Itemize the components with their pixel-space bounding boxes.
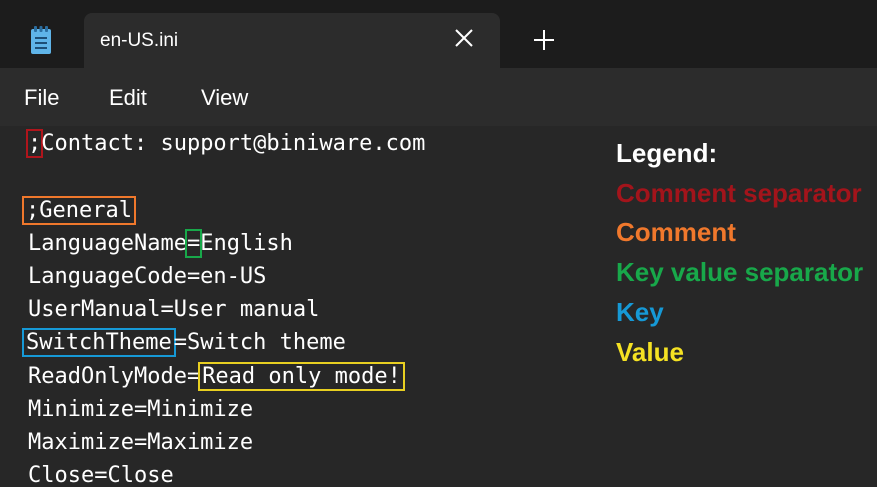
menu-view[interactable]: View xyxy=(201,85,248,111)
key-text: LanguageName xyxy=(28,231,187,256)
value-text: =Switch theme xyxy=(173,330,346,355)
value-text: English xyxy=(200,231,293,256)
legend-title: Legend: xyxy=(616,138,718,168)
editor-line-2: ;General xyxy=(22,196,136,226)
legend-key-value-separator: Key value separator xyxy=(616,257,864,287)
tab-bar: en-US.ini xyxy=(0,0,877,68)
legend-comment: Comment xyxy=(616,217,736,247)
comment-text: Contact: support@biniware.com xyxy=(41,131,426,156)
editor-line-5: UserManual=User manual xyxy=(28,297,320,322)
editor-line-7: ReadOnlyMode=Read only mode! xyxy=(28,362,405,392)
editor-line-10: Close=Close xyxy=(28,463,174,487)
legend-key: Key xyxy=(616,297,664,327)
editor-line-1: ;Contact: support@biniware.com xyxy=(26,129,426,159)
editor-line-6: SwitchTheme=Switch theme xyxy=(22,328,346,358)
tab-en-us-ini[interactable]: en-US.ini xyxy=(84,13,500,68)
value-highlight: Read only mode! xyxy=(198,362,405,391)
menu-bar: File Edit View xyxy=(0,68,877,126)
close-icon[interactable] xyxy=(450,24,478,52)
comment-highlight: ;General xyxy=(22,196,136,225)
editor-line-8: Minimize=Minimize xyxy=(28,397,254,422)
menu-edit[interactable]: Edit xyxy=(109,85,147,111)
editor-line-9: Maximize=Maximize xyxy=(28,430,254,455)
editor-line-3: LanguageName=English xyxy=(28,229,293,259)
menu-file[interactable]: File xyxy=(24,85,59,111)
notepad-icon xyxy=(31,26,51,54)
key-highlight: SwitchTheme xyxy=(22,328,176,357)
editor-line-4: LanguageCode=en-US xyxy=(28,264,267,289)
notepad-window: en-US.ini File Edit View ;Contact: suppo… xyxy=(0,0,877,487)
plus-icon[interactable] xyxy=(530,26,558,54)
tab-title: en-US.ini xyxy=(100,30,179,51)
legend-value: Value xyxy=(616,337,684,367)
key-text: ReadOnlyMode= xyxy=(28,364,201,389)
legend-comment-separator: Comment separator xyxy=(616,178,862,208)
